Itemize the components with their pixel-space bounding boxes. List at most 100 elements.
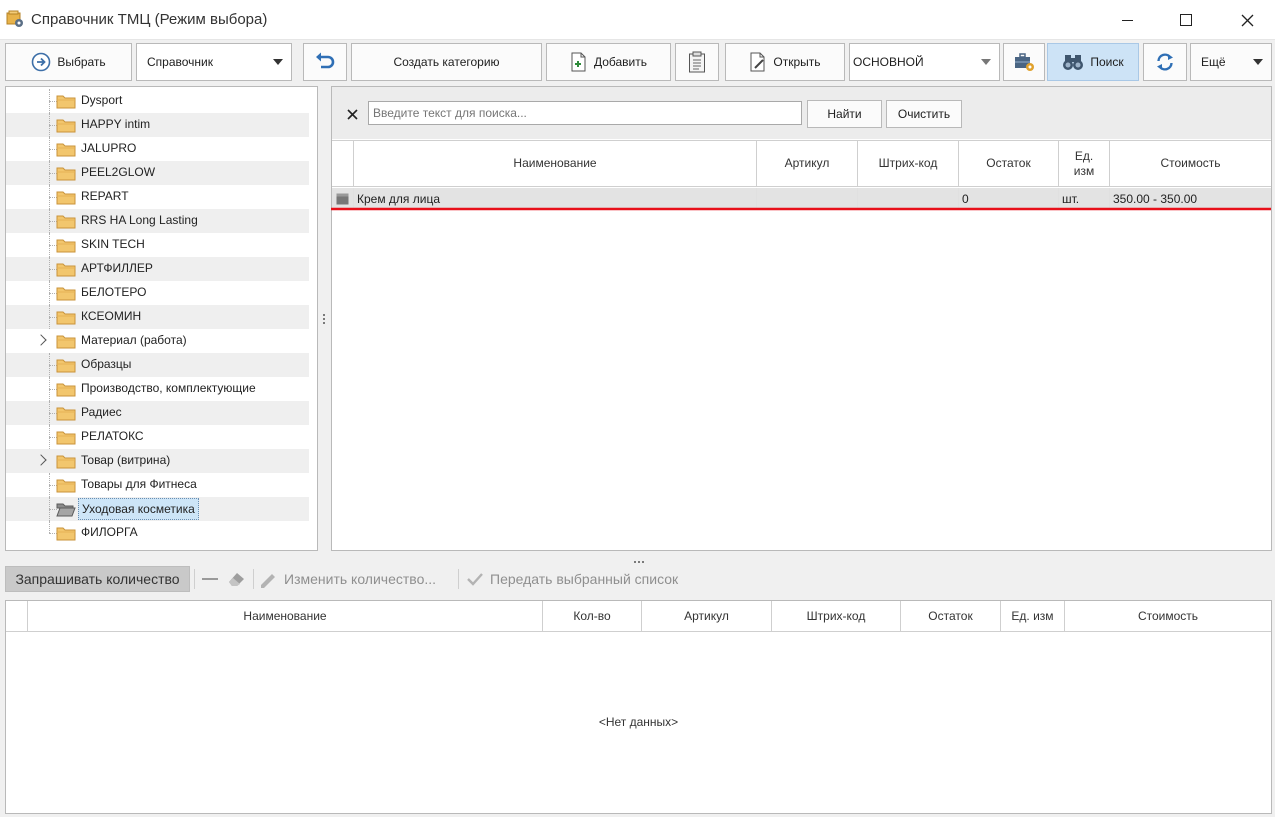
column-header-barcode[interactable]: Штрих-код <box>772 601 901 631</box>
tree-item[interactable]: Товары для Фитнеса <box>6 473 309 497</box>
tree-item[interactable]: PEEL2GLOW <box>6 161 309 185</box>
transfer-list-label: Передать выбранный список <box>490 571 679 587</box>
tree-item[interactable]: ФИЛОРГА <box>6 521 309 545</box>
tree-item-label: RRS HA Long Lasting <box>81 213 198 227</box>
open-button[interactable]: Открыть <box>725 43 845 81</box>
change-quantity-button[interactable]: Изменить количество... <box>258 568 436 590</box>
column-header-qty[interactable]: Кол-во <box>543 601 642 631</box>
column-header-article[interactable]: Артикул <box>757 141 858 186</box>
minimize-button[interactable] <box>1104 0 1150 40</box>
ask-quantity-toggle[interactable]: Запрашивать количество <box>5 566 190 592</box>
transfer-list-button[interactable]: Передать выбранный список <box>466 568 678 590</box>
maximize-button[interactable] <box>1163 0 1209 40</box>
tree-item[interactable]: HAPPY intim <box>6 113 309 137</box>
tree-item[interactable]: Производство, комплектующие <box>6 377 309 401</box>
column-header-unit[interactable]: Ед. изм <box>1059 141 1110 186</box>
folder-icon <box>56 479 76 493</box>
selected-items-grid: Наименование Кол-во Артикул Штрих-код Ос… <box>5 600 1272 814</box>
row-indicator-header <box>6 601 28 631</box>
tree-item[interactable]: АРТФИЛЛЕР <box>6 257 309 281</box>
tree-item[interactable]: Радиес <box>6 401 309 425</box>
binoculars-icon <box>1063 55 1084 70</box>
tree-item[interactable]: JALUPRO <box>6 137 309 161</box>
folder-icon <box>56 359 76 373</box>
tree-item[interactable]: БЕЛОТЕРО <box>6 281 309 305</box>
pencil-icon <box>261 574 275 588</box>
column-header-stock[interactable]: Остаток <box>901 601 1001 631</box>
tree-item[interactable]: Dysport <box>6 89 309 113</box>
clear-button[interactable]: Очистить <box>886 100 962 128</box>
find-button-label: Найти <box>827 107 862 121</box>
close-button[interactable] <box>1224 0 1270 40</box>
warehouse-settings-button[interactable] <box>1003 43 1045 81</box>
catalog-dropdown[interactable]: Справочник <box>136 43 292 81</box>
more-dropdown[interactable]: Ещё <box>1190 43 1272 81</box>
tree-item[interactable]: КСЕОМИН <box>6 305 309 329</box>
close-search-button[interactable] <box>344 106 360 122</box>
title-bar: Справочник ТМЦ (Режим выбора) <box>0 0 1275 40</box>
tree-item[interactable]: RRS HA Long Lasting <box>6 209 309 233</box>
tree-item-label: Товар (витрина) <box>81 453 171 467</box>
create-category-button[interactable]: Создать категорию <box>351 43 542 81</box>
chevron-right-icon[interactable] <box>35 454 47 466</box>
selection-toolbar: Запрашивать количество Изменить количест… <box>5 565 1272 593</box>
empty-state-text: <Нет данных> <box>598 715 679 729</box>
app-icon <box>6 10 23 27</box>
column-header-barcode[interactable]: Штрих-код <box>858 141 959 186</box>
refresh-icon <box>1157 53 1173 71</box>
folder-icon <box>56 407 76 421</box>
tree-item-label: РЕЛАТОКС <box>81 429 144 443</box>
add-button[interactable]: Добавить <box>546 43 671 81</box>
tree-item[interactable]: REPART <box>6 185 309 209</box>
tree-item-label: АРТФИЛЛЕР <box>81 261 153 275</box>
tree-item[interactable]: РЕЛАТОКС <box>6 425 309 449</box>
clear-list-button[interactable] <box>226 569 248 589</box>
folder-icon <box>56 119 76 133</box>
close-icon <box>346 108 358 120</box>
more-dropdown-label: Ещё <box>1201 55 1226 69</box>
tree-item-selected[interactable]: Уходовая косметика <box>6 497 309 521</box>
remove-button[interactable] <box>199 570 221 588</box>
column-header-cost[interactable]: Стоимость <box>1065 601 1271 631</box>
chevron-down-icon <box>273 59 283 65</box>
column-header-article[interactable]: Артикул <box>642 601 772 631</box>
category-tree: Dysport HAPPY intim JALUPRO PEEL2GLOW RE… <box>5 86 318 551</box>
maximize-icon <box>1180 14 1192 26</box>
window-title: Справочник ТМЦ (Режим выбора) <box>31 11 268 28</box>
undo-button[interactable] <box>303 43 347 81</box>
search-input[interactable] <box>368 101 802 125</box>
tree-item[interactable]: Материал (работа) <box>6 329 309 353</box>
paste-button[interactable] <box>675 43 719 81</box>
column-header-name[interactable]: Наименование <box>354 141 757 186</box>
find-button[interactable]: Найти <box>807 100 882 128</box>
horizontal-splitter[interactable] <box>632 554 646 563</box>
tree-item[interactable]: Товар (витрина) <box>6 449 309 473</box>
folder-icon <box>56 455 76 469</box>
folder-icon <box>56 311 76 325</box>
tree-item[interactable]: Образцы <box>6 353 309 377</box>
column-header-cost[interactable]: Стоимость <box>1110 141 1271 186</box>
folder-icon <box>56 287 76 301</box>
column-header-name[interactable]: Наименование <box>28 601 543 631</box>
open-folder-icon <box>56 503 76 517</box>
clear-button-label: Очистить <box>897 107 951 121</box>
tree-item-label: Уходовая косметика <box>78 498 199 520</box>
folder-icon <box>56 239 76 253</box>
tree-item-label: Dysport <box>81 93 123 107</box>
tree-item-label: КСЕОМИН <box>81 309 142 323</box>
vertical-splitter[interactable] <box>322 312 326 326</box>
change-quantity-label: Изменить количество... <box>284 571 437 587</box>
tree-item[interactable]: SKIN TECH <box>6 233 309 257</box>
chevron-right-icon[interactable] <box>35 334 47 346</box>
search-toggle-label: Поиск <box>1090 55 1124 69</box>
column-header-stock[interactable]: Остаток <box>959 141 1059 186</box>
search-toggle-button[interactable]: Поиск <box>1047 43 1139 81</box>
refresh-button[interactable] <box>1143 43 1187 81</box>
tree-item-label: БЕЛОТЕРО <box>81 285 147 299</box>
toolbar-separator <box>253 569 254 589</box>
warehouse-dropdown[interactable]: ОСНОВНОЙ <box>849 43 1000 81</box>
select-button[interactable]: Выбрать <box>5 43 132 81</box>
column-header-unit[interactable]: Ед. изм <box>1001 601 1065 631</box>
folder-icon <box>56 215 76 229</box>
open-button-label: Открыть <box>773 55 821 69</box>
